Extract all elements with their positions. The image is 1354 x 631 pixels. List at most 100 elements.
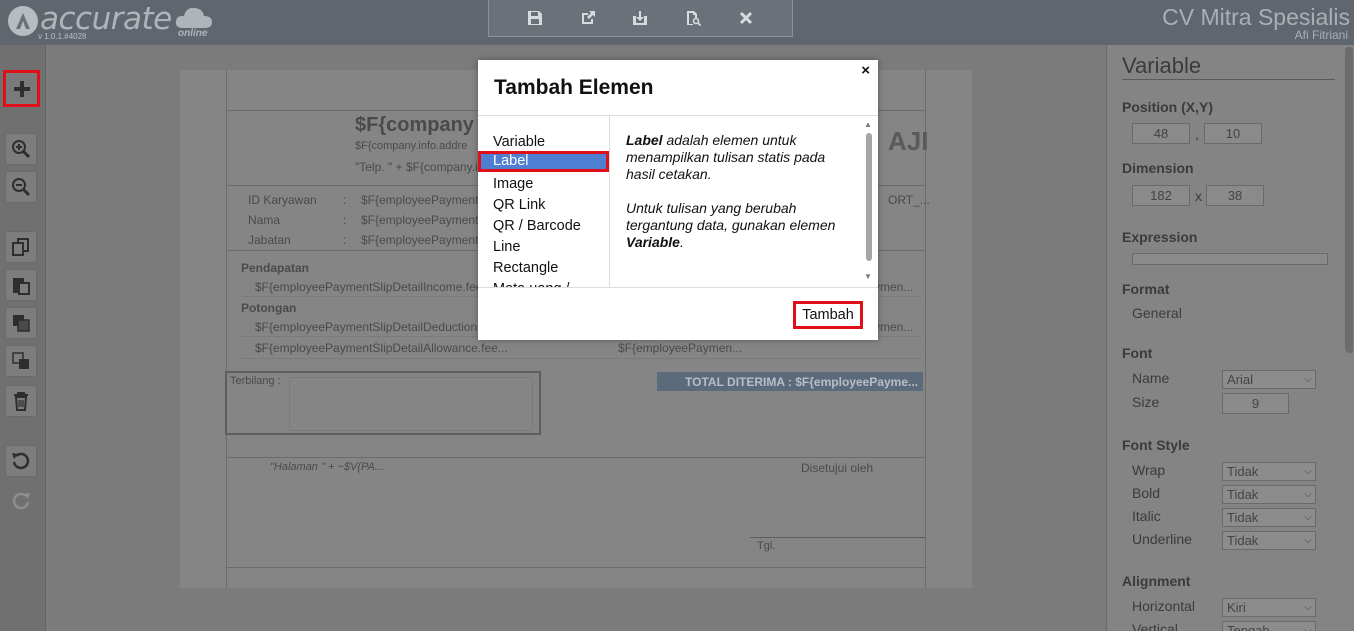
expression-label: Expression <box>1122 229 1198 245</box>
field-right[interactable]: ORT_... <box>888 193 930 207</box>
field-label-id[interactable]: ID Karyawan <box>248 193 317 207</box>
delete-button[interactable] <box>5 385 37 417</box>
close-icon[interactable] <box>734 6 758 30</box>
copy-icon <box>12 238 29 256</box>
horizontal-label: Horizontal <box>1132 598 1196 614</box>
italic-select[interactable]: Tidak ⌵ <box>1222 508 1316 527</box>
zoom-out-button[interactable] <box>5 171 37 203</box>
italic-value: Tidak <box>1227 510 1259 525</box>
company-name: CV Mitra Spesialis <box>1162 4 1350 30</box>
list-item-qr-link[interactable]: QR Link <box>478 195 609 216</box>
bold-value: Tidak <box>1227 487 1259 502</box>
list-item-label[interactable]: Label <box>478 151 609 172</box>
close-icon[interactable]: × <box>861 62 870 79</box>
desc-element-name: Label <box>626 132 663 148</box>
wrap-label: Wrap <box>1132 462 1166 478</box>
field-value-position[interactable]: $F{employeePayment <box>361 233 478 247</box>
terbilang-label: Terbilang : <box>230 375 281 387</box>
allowance-row[interactable]: $F{employeePaymentSlipDetailAllowance.fe… <box>255 341 508 355</box>
expression-input[interactable] <box>1132 253 1328 265</box>
vertical-label: Vertical <box>1132 621 1178 631</box>
income-header[interactable]: Pendapatan <box>241 261 309 275</box>
deduction-value[interactable]: ymen... <box>874 320 913 334</box>
cloud-icon <box>175 7 212 28</box>
preview-icon[interactable] <box>681 6 705 30</box>
font-name-select[interactable]: Arial ⌵ <box>1222 370 1316 389</box>
list-item-variable[interactable]: Variable <box>478 132 609 153</box>
chevron-down-icon: ⌵ <box>1304 625 1312 631</box>
vertical-select[interactable]: Tengah ⌵ <box>1222 621 1316 631</box>
copy-button[interactable] <box>5 231 37 263</box>
report-company-phone[interactable]: "Telp. " + $F{company.i <box>355 160 478 174</box>
page-number[interactable]: "Halaman " + ~$V{PA... <box>270 461 384 473</box>
zoom-in-button[interactable] <box>5 133 37 165</box>
add-element-button[interactable] <box>3 70 40 107</box>
total-box[interactable]: TOTAL DITERIMA : $F{employeePayme... <box>657 372 923 391</box>
zoom-out-icon <box>12 178 31 197</box>
undo-button[interactable] <box>5 445 37 477</box>
wrap-select[interactable]: Tidak ⌵ <box>1222 462 1316 481</box>
position-y-input[interactable]: 10 <box>1204 123 1262 144</box>
field-value-name[interactable]: $F{employeePayment <box>361 213 478 227</box>
report-company-address[interactable]: $F{company.info.addre <box>355 140 467 152</box>
income-row[interactable]: $F{employeePaymentSlipDetailIncome.fee <box>255 280 482 294</box>
scroll-thumb[interactable] <box>866 133 872 261</box>
paste-icon <box>13 278 30 295</box>
dimension-width-input[interactable]: 182 <box>1132 185 1190 206</box>
deduction-row[interactable]: $F{employeePaymentSlipDetailDeduction. <box>255 320 480 334</box>
list-item-rectangle[interactable]: Rectangle <box>478 258 609 279</box>
report-title[interactable]: AJI <box>888 126 928 157</box>
bring-front-icon <box>13 315 30 332</box>
field-sep: : <box>343 233 347 247</box>
underline-select[interactable]: Tidak ⌵ <box>1222 531 1316 550</box>
desc-variable: Variable <box>626 234 680 250</box>
list-item-qr-barcode[interactable]: QR / Barcode <box>478 216 609 237</box>
scroll-up-icon[interactable]: ▲ <box>864 120 872 129</box>
allowance-value[interactable]: $F{employeePaymen... <box>618 341 742 355</box>
window-scrollbar[interactable] <box>1345 47 1352 352</box>
list-item-image[interactable]: Image <box>478 174 609 195</box>
font-size-label: Size <box>1132 394 1160 410</box>
field-value-id[interactable]: $F{employeePayment <box>361 193 478 207</box>
list-item-currency[interactable]: Mata uang / Simbol <box>478 279 609 287</box>
add-button[interactable]: Tambah <box>793 301 863 329</box>
date-label[interactable]: Tgl. <box>757 540 775 552</box>
position-x-input[interactable]: 48 <box>1132 123 1190 144</box>
font-name-label: Name <box>1132 370 1170 386</box>
bring-front-button[interactable] <box>5 307 37 339</box>
field-label-name[interactable]: Nama <box>248 213 280 227</box>
horizontal-select[interactable]: Kiri ⌵ <box>1222 598 1316 617</box>
list-item-line[interactable]: Line <box>478 237 609 258</box>
element-type-list: Variable Label Image QR Link QR / Barcod… <box>478 116 610 287</box>
send-back-button[interactable] <box>5 345 37 377</box>
terbilang-box[interactable]: Terbilang : <box>225 371 541 435</box>
income-value[interactable]: ymen... <box>874 280 913 294</box>
redo-button[interactable] <box>5 485 37 517</box>
deduction-header[interactable]: Potongan <box>241 301 296 315</box>
field-label-position[interactable]: Jabatan <box>248 233 291 247</box>
font-size-input[interactable]: 9 <box>1222 393 1289 414</box>
position-sep: , <box>1195 126 1199 142</box>
user-name[interactable]: Afi Fitriani <box>1295 28 1348 42</box>
dimension-label: Dimension <box>1122 160 1194 176</box>
export-icon[interactable] <box>576 6 600 30</box>
terbilang-value-box[interactable] <box>289 377 533 431</box>
chevron-down-icon: ⌵ <box>1304 512 1312 523</box>
app-version: v 1.0.1.#4028 <box>38 32 87 41</box>
format-value[interactable]: General <box>1132 305 1182 321</box>
report-company-name[interactable]: $F{company <box>355 114 474 137</box>
paste-button[interactable] <box>5 269 37 301</box>
download-icon[interactable] <box>628 6 652 30</box>
dimension-height-input[interactable]: 38 <box>1206 185 1264 206</box>
redo-icon <box>12 492 30 510</box>
accurate-logo[interactable]: accurate v 1.0.1.#4028 online <box>6 1 216 42</box>
bold-select[interactable]: Tidak ⌵ <box>1222 485 1316 504</box>
wrap-value: Tidak <box>1227 464 1259 479</box>
scroll-down-icon[interactable]: ▼ <box>864 272 872 281</box>
underline-value: Tidak <box>1227 533 1259 548</box>
description-scrollbar[interactable]: ▲ ▼ <box>864 120 873 285</box>
chevron-down-icon: ⌵ <box>1304 374 1312 385</box>
save-icon[interactable] <box>523 6 547 30</box>
approved-by[interactable]: Disetujui oleh <box>801 461 873 475</box>
logo-online: online <box>178 28 208 39</box>
